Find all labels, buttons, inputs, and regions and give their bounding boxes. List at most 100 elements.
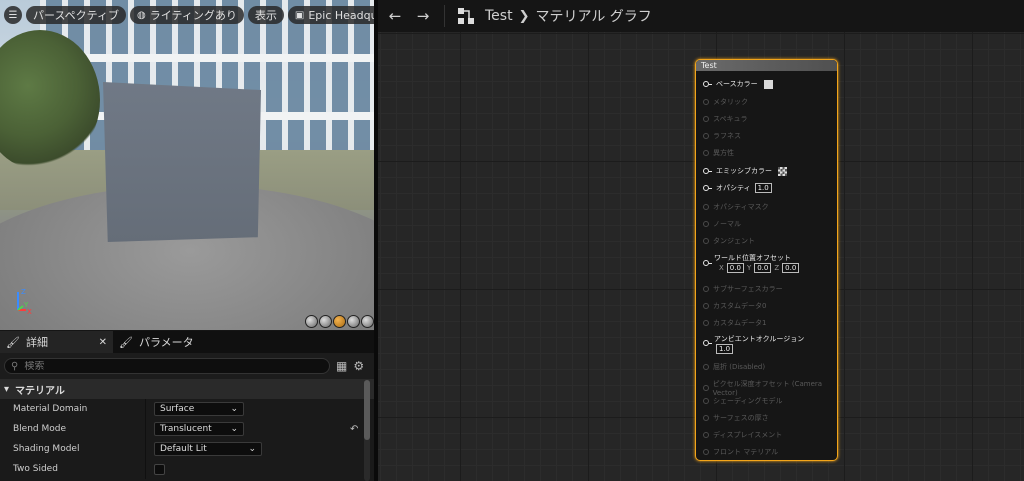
brush-icon: 🖌 (119, 335, 133, 349)
pin-label: タンジェント (713, 237, 755, 245)
pin-displacement[interactable]: ディスプレイスメント (703, 430, 782, 440)
details-panel: 🖌 詳細 ✕ 🖌 パラメータ ⚲ ▦ ⚙ ▾ マテリアル Material Do… (0, 331, 374, 481)
ambient-occlusion-value[interactable]: 1.0 (716, 344, 734, 354)
pin-specular[interactable]: スペキュラ (703, 114, 748, 124)
preview-viewport[interactable]: ☰ パースペクティブ ◍ ライティングあり 表示 ▣ Epic Headquar… (0, 0, 374, 330)
image-icon: ▣ (294, 9, 305, 21)
pin-normal[interactable]: ノーマル (703, 219, 741, 229)
pin-metallic[interactable]: メタリック (703, 97, 748, 107)
pin-label: ラフネス (713, 132, 741, 140)
show-button[interactable]: 表示 (247, 6, 284, 24)
scene-button[interactable]: ▣ Epic Headquarters (287, 6, 374, 24)
details-search[interactable]: ⚲ (4, 358, 330, 374)
pin-refraction[interactable]: 屈折 (Disabled) (703, 362, 765, 372)
pin-label: ノーマル (713, 220, 741, 228)
sphere-mesh-button[interactable] (319, 315, 332, 328)
material-result-node[interactable]: Test ベースカラー メタリック スペキュラ ラフネス 異方性 エミッシブカラ… (695, 59, 838, 461)
axis-gizmo: Z Y X (17, 288, 32, 316)
section-material[interactable]: ▾ マテリアル (0, 379, 374, 399)
shading-model-dropdown[interactable]: Default Lit ⌄ (154, 442, 262, 456)
lighting-button[interactable]: ◍ ライティングあり (130, 6, 244, 24)
prop-value-cell: Default Lit ⌄ (145, 439, 374, 459)
plane-mesh-button[interactable] (333, 315, 346, 328)
material-domain-dropdown[interactable]: Surface ⌄ (154, 402, 244, 416)
chevron-right-icon: ❯ (518, 8, 530, 24)
color-swatch[interactable] (778, 166, 787, 176)
pin-world-position-offset[interactable] (703, 260, 712, 266)
scrollbar-thumb[interactable] (364, 380, 370, 440)
pin-ambient-occlusion[interactable] (703, 340, 712, 346)
pin-label: アンビエントオクルージョン (714, 335, 805, 343)
pin-emissive-color[interactable]: エミッシブカラー (703, 166, 787, 176)
pin-connector-icon (703, 364, 709, 370)
two-sided-checkbox[interactable] (154, 463, 165, 475)
pin-roughness[interactable]: ラフネス (703, 131, 741, 141)
color-swatch[interactable] (763, 79, 773, 89)
pin-label: ワールド位置オフセット (714, 254, 791, 262)
tab-parameters[interactable]: 🖌 パラメータ (113, 331, 200, 353)
pin-subsurface-color[interactable]: サブサーフェスカラー (703, 284, 783, 294)
viewport-toolbar: ☰ パースペクティブ ◍ ライティングあり 表示 ▣ Epic Headquar… (4, 6, 374, 24)
dropdown-value: Translucent (160, 424, 212, 434)
viewport-menu-button[interactable]: ☰ (4, 6, 22, 24)
tab-parameters-label: パラメータ (138, 336, 194, 349)
pin-opacity-mask[interactable]: オパシティマスク (703, 202, 769, 212)
cylinder-mesh-button[interactable] (305, 315, 318, 328)
vec-x-label: X (719, 264, 724, 272)
breadcrumb-root[interactable]: Test (485, 8, 513, 24)
pin-connector-icon (703, 116, 709, 122)
chevron-down-icon: ⌄ (230, 404, 238, 414)
details-scrollbar[interactable] (364, 380, 370, 481)
preview-mesh-buttons (305, 315, 374, 328)
lit-sphere-icon: ◍ (137, 9, 146, 21)
brush-icon: 🖌 (6, 335, 20, 349)
forward-arrow-icon[interactable]: → (414, 7, 432, 25)
pin-front-material[interactable]: フロント マテリアル (703, 447, 778, 457)
breadcrumb-current[interactable]: マテリアル グラフ (535, 6, 651, 26)
dropdown-value: Default Lit (160, 444, 207, 454)
pin-label: オパシティマスク (713, 203, 769, 211)
cube-mesh-button[interactable] (347, 315, 360, 328)
pin-base-color[interactable]: ベースカラー (703, 79, 773, 89)
close-icon[interactable]: ✕ (99, 337, 107, 348)
search-input[interactable] (24, 360, 305, 372)
reset-to-default-icon[interactable]: ↶ (350, 424, 358, 435)
pin-wire (709, 262, 712, 264)
vec-y-input[interactable]: 0.0 (754, 263, 772, 273)
prop-two-sided: Two Sided (0, 459, 374, 479)
pin-connector-icon (703, 221, 709, 227)
world-position-offset-label-wrap: ワールド位置オフセット (714, 253, 791, 263)
pin-opacity[interactable]: オパシティ 1.0 (703, 183, 772, 193)
pin-tangent[interactable]: タンジェント (703, 236, 755, 246)
material-editor: ☰ パースペクティブ ◍ ライティングあり 表示 ▣ Epic Headquar… (0, 0, 1024, 481)
graph-icon (458, 8, 474, 24)
dropdown-value: Surface (160, 404, 195, 414)
pin-label: ピクセル深度オフセット (Camera Vector) (712, 380, 823, 397)
pin-anisotropy[interactable]: 異方性 (703, 148, 734, 158)
perspective-button[interactable]: パースペクティブ (26, 6, 127, 24)
axis-x-label: X (27, 308, 32, 316)
divider (444, 5, 445, 27)
table-view-icon[interactable]: ▦ (336, 359, 347, 373)
pin-surface-thickness[interactable]: サーフェスの厚さ (703, 413, 769, 423)
world-position-offset-vector: X 0.0 Y 0.0 Z 0.0 (719, 263, 800, 273)
blend-mode-dropdown[interactable]: Translucent ⌄ (154, 422, 244, 436)
vec-z-input[interactable]: 0.0 (782, 263, 800, 273)
perspective-label: パースペクティブ (33, 9, 120, 22)
graph-header: ← → Test ❯ マテリアル グラフ (378, 0, 1024, 32)
pin-pixel-depth-offset[interactable]: ピクセル深度オフセット (Camera Vector) (703, 379, 837, 397)
pin-label: シェーディングモデル (713, 397, 783, 405)
pin-custom-data-1[interactable]: カスタムデータ1 (703, 318, 766, 328)
teapot-mesh-button[interactable] (361, 315, 374, 328)
vec-x-input[interactable]: 0.0 (726, 263, 744, 273)
details-search-row: ⚲ ▦ ⚙ (0, 353, 374, 379)
gear-icon[interactable]: ⚙ (353, 359, 364, 373)
pin-connector-icon (703, 133, 709, 139)
pin-shading-model[interactable]: シェーディングモデル (703, 396, 783, 406)
pin-connector-icon (703, 415, 709, 421)
back-arrow-icon[interactable]: ← (386, 7, 404, 25)
tab-details[interactable]: 🖌 詳細 ✕ (0, 331, 113, 353)
opacity-value[interactable]: 1.0 (754, 183, 772, 193)
pin-custom-data-0[interactable]: カスタムデータ0 (703, 301, 766, 311)
pin-label: メタリック (713, 98, 748, 106)
